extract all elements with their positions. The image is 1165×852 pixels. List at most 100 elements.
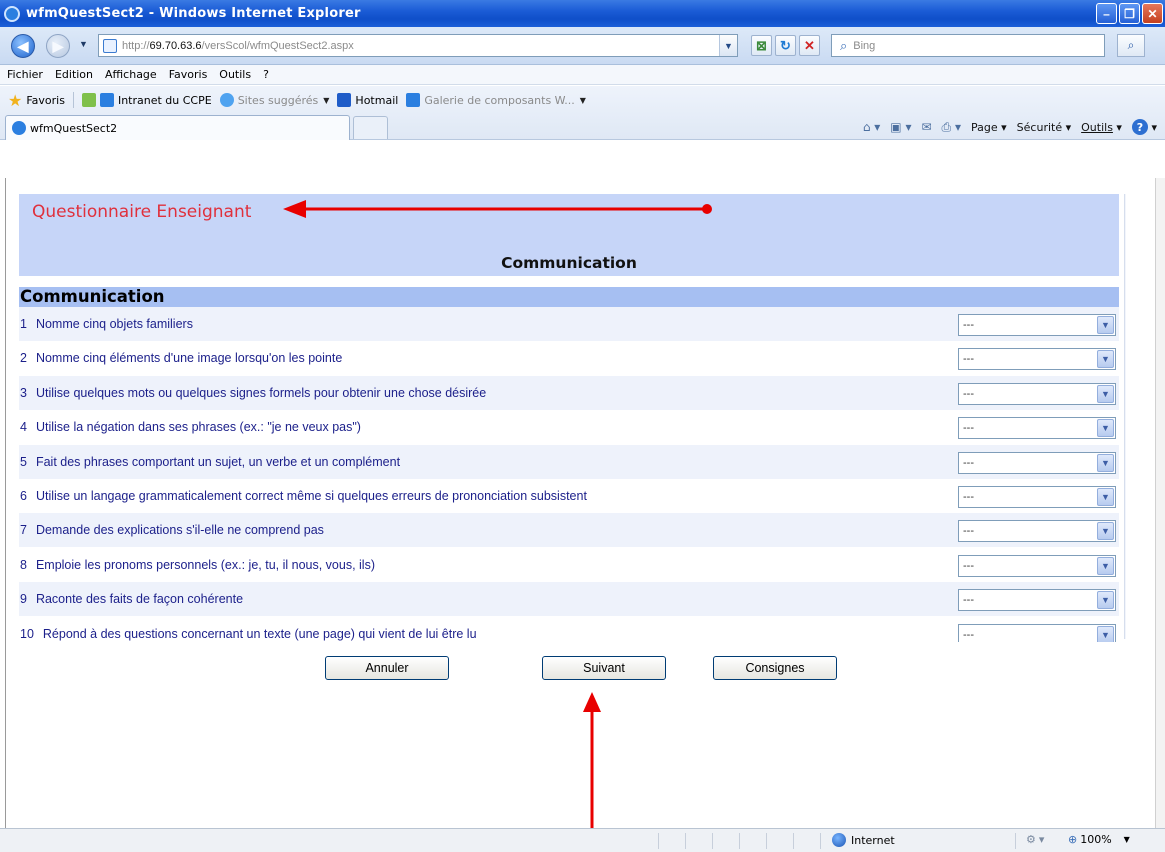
- question-number: 6: [20, 489, 27, 503]
- action-buttons: Annuler Suivant Consignes: [6, 656, 1160, 686]
- question-row: 2 Nomme cinq éléments d'une image lorsqu'…: [19, 341, 1119, 375]
- help-menu[interactable]: ? ▾: [1131, 119, 1157, 135]
- question-label: Répond à des questions concernant un tex…: [42, 626, 477, 641]
- print-icon[interactable]: ⎙ ▾: [942, 120, 961, 135]
- menu-favoris[interactable]: Favoris: [169, 68, 208, 81]
- url-path: /versScol/wfmQuestSect2.aspx: [201, 39, 354, 52]
- favorite-web-slice-gallery[interactable]: Galerie de composants W... ▼: [406, 93, 586, 107]
- answer-select-value: ---: [963, 319, 974, 331]
- answer-select-value: ---: [963, 628, 974, 641]
- maximize-button[interactable]: ❐: [1119, 3, 1140, 24]
- favorite-suggested-sites[interactable]: Sites suggérés ▼: [219, 93, 329, 107]
- chevron-down-icon[interactable]: ▼: [1097, 453, 1114, 472]
- question-label: Utilise quelques mots ou quelques signes…: [35, 385, 487, 400]
- answer-select[interactable]: --- ▼: [958, 417, 1116, 440]
- question-text: 8 Emploie les pronoms personnels (ex.: je…: [19, 558, 375, 572]
- question-text: 7 Demande des explications s'il-elle ne c…: [19, 523, 324, 537]
- browser-tab[interactable]: wfmQuestSect2: [5, 115, 350, 140]
- refresh-icon[interactable]: ↻: [775, 35, 796, 56]
- protected-mode-icon[interactable]: ⚙ ▾: [1026, 833, 1044, 846]
- favorite-intranet[interactable]: Intranet du CCPE: [99, 93, 212, 107]
- question-text: 4 Utilise la négation dans ses phrases (e…: [19, 420, 361, 434]
- history-dropdown-icon[interactable]: ▼: [79, 39, 88, 49]
- tools-menu[interactable]: Outils ▾: [1081, 121, 1122, 134]
- search-input[interactable]: ⌕ Bing: [831, 34, 1105, 57]
- question-label: Raconte des faits de façon cohérente: [35, 592, 244, 607]
- question-row: 5 Fait des phrases comportant un sujet, u…: [19, 444, 1119, 479]
- close-button[interactable]: ✕: [1142, 3, 1163, 24]
- new-tab-button[interactable]: [353, 116, 388, 139]
- chevron-down-icon: ▼: [579, 95, 586, 105]
- answer-select[interactable]: --- ▼: [958, 589, 1116, 612]
- answer-select[interactable]: --- ▼: [958, 486, 1116, 508]
- favorite-hotmail[interactable]: Hotmail: [337, 93, 398, 107]
- instructions-button[interactable]: Consignes: [713, 656, 837, 680]
- questions-scrollbar[interactable]: ▲ ▼: [1124, 194, 1126, 639]
- question-text: 2 Nomme cinq éléments d'une image lorsqu'…: [19, 351, 342, 365]
- question-text: 10 Répond à des questions concernant un t…: [19, 627, 477, 641]
- question-label: Utilise un langage grammaticalement corr…: [35, 489, 587, 503]
- menu-help[interactable]: ?: [263, 68, 269, 81]
- security-zone[interactable]: Internet: [832, 833, 895, 847]
- zoom-level[interactable]: ⊕ 100% ▼: [1068, 833, 1130, 846]
- menu-outils[interactable]: Outils: [219, 68, 251, 81]
- chevron-down-icon[interactable]: ▼: [1097, 384, 1114, 403]
- compatibility-icon[interactable]: ⊠: [751, 35, 772, 56]
- favorites-button[interactable]: Favoris: [26, 94, 65, 107]
- security-menu[interactable]: Sécurité ▾: [1017, 121, 1071, 134]
- answer-select[interactable]: --- ▼: [958, 554, 1116, 577]
- chevron-down-icon[interactable]: ▼: [1097, 522, 1114, 541]
- chevron-down-icon[interactable]: ▼: [1097, 419, 1114, 438]
- zoom-icon: ⊕: [1068, 833, 1078, 846]
- page-scrollbar[interactable]: [1155, 178, 1165, 828]
- url-host: 69.70.63.6: [149, 39, 202, 52]
- search-go-button[interactable]: ⌕: [1117, 34, 1145, 57]
- question-text: 6 Utilise un langage grammaticalement cor…: [19, 489, 587, 503]
- answer-select[interactable]: --- ▼: [958, 623, 1116, 642]
- questionnaire-panel: Questionnaire Enseignant Communication C…: [19, 194, 1126, 642]
- chevron-down-icon[interactable]: ▼: [1097, 625, 1114, 642]
- answer-select-value: ---: [963, 456, 974, 469]
- search-icon: ⌕: [840, 37, 848, 53]
- answer-select[interactable]: --- ▼: [958, 451, 1116, 474]
- page-menu[interactable]: Page ▾: [971, 121, 1007, 134]
- question-number: 2: [20, 351, 27, 366]
- answer-select[interactable]: --- ▼: [958, 382, 1116, 405]
- chevron-down-icon[interactable]: ▼: [1097, 316, 1114, 334]
- page-viewport: Questionnaire Enseignant Communication C…: [5, 178, 1160, 828]
- chevron-down-icon[interactable]: ▼: [1097, 488, 1114, 506]
- address-dropdown-icon[interactable]: ▼: [719, 35, 737, 56]
- back-button[interactable]: ◀: [11, 34, 35, 58]
- add-favorite-icon[interactable]: [81, 93, 96, 107]
- answer-select-value: ---: [963, 559, 974, 572]
- answer-select[interactable]: --- ▼: [958, 348, 1116, 371]
- stop-icon[interactable]: ✕: [799, 35, 820, 56]
- menu-edition[interactable]: Edition: [55, 68, 93, 81]
- command-bar: ⌂ ▾ ▣ ▾ ✉ ⎙ ▾ Page ▾ Sécurité ▾ Outils ▾…: [853, 119, 1157, 135]
- question-row: 9 Raconte des faits de façon cohérente ---…: [19, 582, 1119, 617]
- minimize-button[interactable]: –: [1096, 3, 1117, 24]
- question-label: Utilise la négation dans ses phrases (ex…: [35, 420, 361, 435]
- next-button[interactable]: Suivant: [542, 656, 666, 680]
- search-placeholder: Bing: [853, 39, 876, 52]
- address-input[interactable]: http://69.70.63.6/versScol/wfmQuestSect2…: [98, 34, 738, 57]
- chevron-down-icon[interactable]: ▼: [1097, 350, 1114, 369]
- mail-icon[interactable]: ✉: [921, 120, 931, 134]
- section-heading: Communication: [501, 254, 637, 272]
- question-row: 8 Emploie les pronoms personnels (ex.: je…: [19, 548, 1119, 582]
- chevron-down-icon[interactable]: ▼: [1097, 556, 1114, 575]
- feeds-icon[interactable]: ▣ ▾: [890, 120, 911, 134]
- menu-affichage[interactable]: Affichage: [105, 68, 157, 81]
- menu-fichier[interactable]: Fichier: [7, 68, 43, 81]
- question-row: 7 Demande des explications s'il-elle ne c…: [19, 513, 1119, 548]
- cancel-button[interactable]: Annuler: [325, 656, 449, 680]
- answer-select[interactable]: --- ▼: [958, 520, 1116, 543]
- forward-button[interactable]: ▶: [46, 34, 70, 58]
- status-bar: Internet ⚙ ▾ ⊕ 100% ▼: [0, 828, 1165, 852]
- question-label: Emploie les pronoms personnels (ex.: je,…: [35, 557, 375, 572]
- chevron-down-icon[interactable]: ▼: [1097, 591, 1114, 610]
- question-number: 3: [20, 385, 27, 400]
- answer-select[interactable]: --- ▼: [958, 314, 1116, 336]
- home-icon[interactable]: ⌂ ▾: [863, 120, 880, 134]
- question-row: 1 Nomme cinq objets familiers --- ▼: [19, 307, 1119, 341]
